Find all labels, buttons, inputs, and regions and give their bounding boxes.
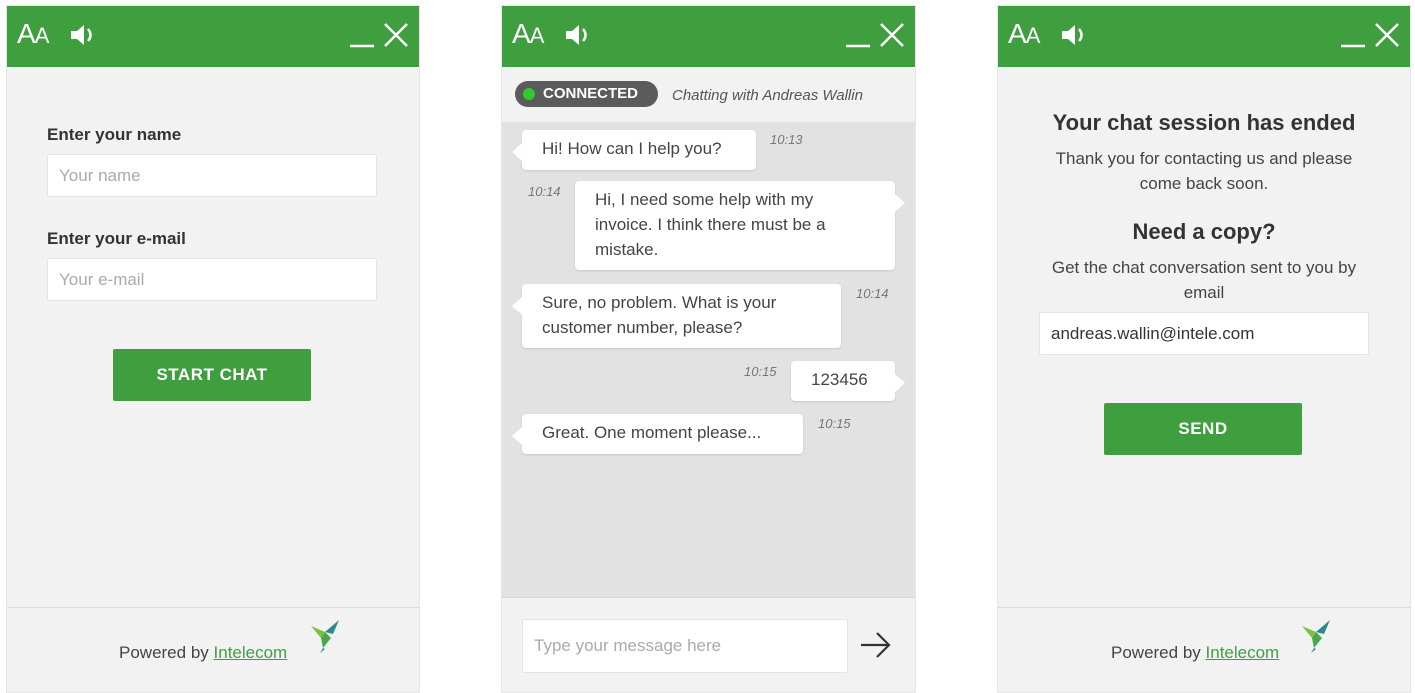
message-user: Hi, I need some help with my invoice. I … <box>575 181 905 270</box>
minimize-icon[interactable] <box>845 23 871 49</box>
minimize-icon[interactable] <box>1340 23 1366 49</box>
thanks-text: Thank you for contacting us and please c… <box>1055 149 1353 193</box>
name-label: Enter your name <box>47 125 182 144</box>
message-agent: Sure, no problem. What is your customer … <box>512 284 841 348</box>
close-icon[interactable] <box>879 22 905 48</box>
speaker-icon[interactable] <box>1060 22 1090 48</box>
connected-dot-icon <box>523 88 535 100</box>
email-label: Enter your e-mail <box>47 229 186 248</box>
send-button[interactable]: SEND <box>1104 403 1302 455</box>
message-timestamp: 10:14 <box>856 286 889 301</box>
message-agent: Hi! How can I help you? <box>512 130 756 170</box>
message-timestamp: 10:14 <box>528 184 561 199</box>
font-size-icon[interactable]: AA <box>512 19 544 51</box>
email-input[interactable] <box>47 258 377 301</box>
session-ended-title: Your chat session has ended <box>1052 110 1356 135</box>
status-bar: CONNECTED Chatting with Andreas Wallin <box>502 67 915 122</box>
footer: Powered by Intelecom <box>998 607 1410 692</box>
widget-header: AA <box>998 6 1410 67</box>
chat-panel: AA CONNECTED Chatting with Andreas Walli… <box>502 6 915 692</box>
copy-text: Get the chat conversation sent to you by… <box>1051 258 1357 302</box>
send-arrow-icon[interactable] <box>859 630 893 660</box>
message-agent: Great. One moment please... <box>512 414 803 454</box>
hummingbird-logo-icon <box>1302 620 1330 653</box>
close-icon[interactable] <box>1374 22 1400 48</box>
intelecom-link[interactable]: Intelecom <box>1206 643 1280 662</box>
message-input[interactable] <box>522 619 848 673</box>
minimize-icon[interactable] <box>349 23 375 49</box>
composer <box>502 597 915 692</box>
message-timestamp: 10:15 <box>818 416 851 431</box>
close-icon[interactable] <box>383 22 409 48</box>
message-list[interactable]: Hi! How can I help you? 10:13 10:14 Hi, … <box>502 122 915 599</box>
message-user: 123456 <box>791 361 905 401</box>
session-ended-panel: AA Your chat session has ended Thank you… <box>998 6 1410 692</box>
font-size-icon[interactable]: AA <box>17 19 49 51</box>
powered-by: Powered by Intelecom <box>1111 643 1280 662</box>
speaker-icon[interactable] <box>69 22 99 48</box>
email-input[interactable] <box>1039 312 1369 355</box>
message-timestamp: 10:15 <box>744 364 777 379</box>
footer: Powered by Intelecom <box>7 607 419 692</box>
start-chat-panel: AA Enter your name Enter your e-mail STA… <box>7 6 419 692</box>
widget-header: AA <box>7 6 419 67</box>
intelecom-link[interactable]: Intelecom <box>214 643 288 662</box>
start-chat-button[interactable]: START CHAT <box>113 349 311 401</box>
font-size-icon[interactable]: AA <box>1008 19 1040 51</box>
speaker-icon[interactable] <box>564 22 594 48</box>
powered-by: Powered by Intelecom <box>119 643 288 662</box>
hummingbird-logo-icon <box>311 620 339 653</box>
name-input[interactable] <box>47 154 377 197</box>
chatting-with-label: Chatting with Andreas Wallin <box>672 87 863 104</box>
status-badge: CONNECTED <box>515 81 658 107</box>
widget-header: AA <box>502 6 915 67</box>
message-timestamp: 10:13 <box>770 132 803 147</box>
need-copy-title: Need a copy? <box>1132 219 1276 244</box>
